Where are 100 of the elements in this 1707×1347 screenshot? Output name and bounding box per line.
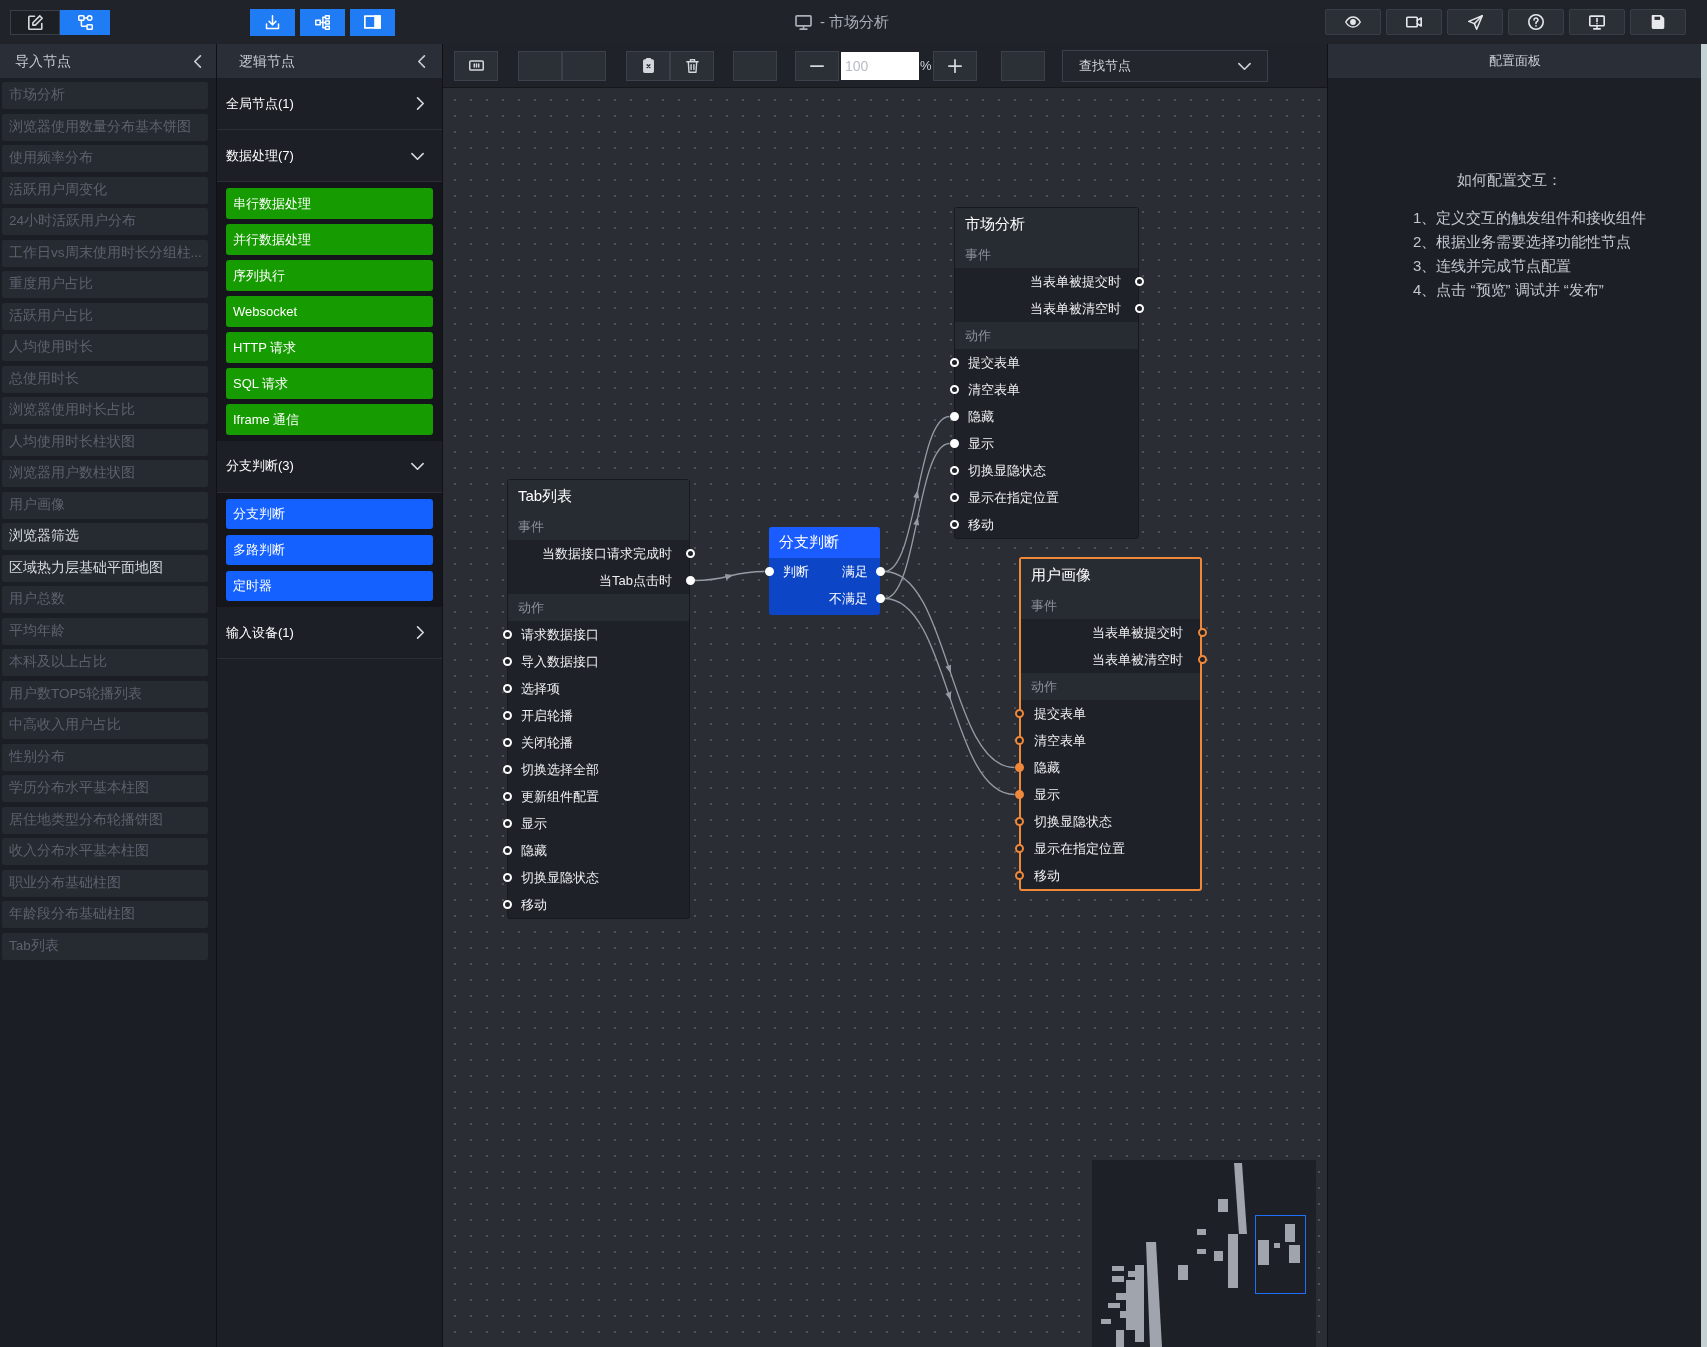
frame-button[interactable]	[454, 50, 498, 81]
screen-button[interactable]	[1569, 9, 1625, 35]
zoom-field[interactable]: 100	[841, 51, 919, 80]
section-label: 动作	[1031, 677, 1057, 696]
logic-node-item[interactable]: HTTP 请求	[226, 332, 433, 363]
action-label: 切换显隐状态	[1034, 812, 1112, 831]
component-item[interactable]: 区域热力层基础平面地图	[2, 554, 208, 582]
group-header[interactable]: 分支判断(3)	[217, 440, 442, 493]
logic-node-item[interactable]: 序列执行	[226, 260, 433, 291]
action-label: 隐藏	[521, 841, 547, 860]
logic-node-item[interactable]: 分支判断	[226, 498, 433, 529]
node-title: Tab列表	[518, 486, 573, 507]
event-label: 当数据接口请求完成时	[542, 544, 672, 563]
section-label: 事件	[965, 245, 991, 264]
logic-node-item[interactable]: Websocket	[226, 296, 433, 327]
logic-node-item[interactable]: SQL 请求	[226, 368, 433, 399]
action-label: 切换显隐状态	[521, 868, 599, 887]
scrollbar[interactable]	[1701, 44, 1707, 1347]
record-button[interactable]	[1386, 9, 1442, 35]
monitor-icon	[795, 14, 812, 30]
component-item[interactable]: 浏览器筛选	[2, 523, 208, 550]
download-icon	[265, 14, 280, 30]
port-label: 不满足	[829, 589, 868, 608]
node-title: 用户画像	[1031, 565, 1091, 586]
action-label: 更新组件配置	[521, 787, 599, 806]
chevron-down-icon	[1237, 61, 1251, 70]
node-title: 市场分析	[965, 214, 1025, 235]
flow-mode-button[interactable]	[60, 9, 110, 35]
branch-node[interactable]: 分支判断 判断 满足 不满足	[769, 527, 880, 615]
event-label: 当表单被提交时	[1092, 623, 1183, 642]
action-label: 隐藏	[1034, 758, 1060, 777]
node-card[interactable]: Tab列表 事件 当数据接口请求完成时 当Tab点击时 动作 请求数据接口 导入数据接口 选择项 开启轮播 关闭轮播 切换选择全部 更新组件配置 显示 隐藏 切换显隐状态 移动	[507, 479, 690, 919]
action-label: 选择项	[521, 679, 560, 698]
save-button[interactable]	[1630, 9, 1686, 35]
send-button[interactable]	[1447, 9, 1503, 35]
zoom-unit: %	[920, 56, 932, 75]
edit-mode-button[interactable]	[10, 9, 60, 35]
logic-node-item[interactable]: 并行数据处理	[226, 224, 433, 255]
flowchart-icon	[77, 14, 93, 30]
action-label: 提交表单	[968, 353, 1020, 372]
action-label: 请求数据接口	[521, 625, 599, 644]
zoom-in-button[interactable]	[932, 50, 977, 81]
panel-title: 逻辑节点	[239, 51, 295, 71]
minimap-viewport[interactable]	[1255, 1215, 1306, 1294]
logic-node-item[interactable]: 定时器	[226, 570, 433, 601]
node-title: 分支判断	[779, 532, 839, 553]
action-label: 显示	[968, 434, 994, 453]
logic-node-item[interactable]: Iframe 通信	[226, 404, 433, 435]
section-label: 事件	[1031, 596, 1057, 615]
monitor-alert-icon	[1589, 14, 1605, 30]
action-label: 隐藏	[968, 407, 994, 426]
trash-icon	[685, 58, 699, 73]
preview-button[interactable]	[1325, 9, 1381, 35]
action-label: 切换选择全部	[521, 760, 599, 779]
action-label: 显示在指定位置	[968, 488, 1059, 507]
help-step: 4、点击 “预览” 调试并 “发布”	[1413, 278, 1604, 302]
help-title: 如何配置交互：	[1457, 170, 1562, 190]
event-label: 当表单被清空时	[1030, 299, 1121, 318]
chevron-left-icon[interactable]	[194, 54, 202, 68]
group-header[interactable]: 输入设备(1)	[217, 607, 442, 659]
event-label: 当表单被清空时	[1092, 650, 1183, 669]
zoom-out-button[interactable]	[795, 50, 839, 81]
logic-node-item[interactable]: 多路判断	[226, 534, 433, 565]
event-label: 当Tab点击时	[599, 571, 672, 590]
edit-icon	[27, 14, 43, 30]
hierarchy-icon	[315, 14, 330, 30]
help-button[interactable]	[1508, 9, 1564, 35]
action-label: 显示	[521, 814, 547, 833]
action-label: 清空表单	[1034, 731, 1086, 750]
panel-toggle-button[interactable]	[350, 8, 395, 36]
port-label: 判断	[783, 562, 809, 581]
section-label: 动作	[518, 598, 544, 617]
port-label: 满足	[842, 562, 868, 581]
action-label: 显示	[1034, 785, 1060, 804]
action-label: 导入数据接口	[521, 652, 599, 671]
event-label: 当表单被提交时	[1030, 272, 1121, 291]
group-header[interactable]: 全局节点(1)	[217, 78, 442, 130]
action-label: 切换显隐状态	[968, 461, 1046, 480]
panel-title: 导入节点	[15, 51, 71, 71]
logic-node-item[interactable]: 串行数据处理	[226, 188, 433, 219]
tree-view-button[interactable]	[300, 8, 345, 36]
video-camera-icon	[1406, 16, 1422, 28]
action-label: 关闭轮播	[521, 733, 573, 752]
action-label: 提交表单	[1034, 704, 1086, 723]
node-card[interactable]: 市场分析 事件 当表单被提交时 当表单被清空时 动作 提交表单 清空表单 隐藏 显示 切换显隐状态 显示在指定位置 移动	[954, 207, 1139, 539]
section-label: 动作	[965, 326, 991, 345]
node-search-select[interactable]: 查找节点	[1061, 49, 1268, 82]
window-title: - 市场分析	[820, 11, 890, 32]
delete-button[interactable]	[670, 50, 714, 81]
paste-button[interactable]	[626, 50, 670, 81]
chevron-left-icon[interactable]	[418, 54, 426, 68]
action-label: 移动	[1034, 866, 1060, 885]
frame-icon	[468, 60, 484, 71]
help-icon	[1528, 14, 1544, 30]
import-button[interactable]	[250, 8, 295, 36]
node-card[interactable]: 用户画像 事件 当表单被提交时 当表单被清空时 动作 提交表单 清空表单 隐藏 显示 切换显隐状态 显示在指定位置 移动	[1019, 557, 1202, 891]
save-icon	[1651, 15, 1665, 29]
panel-title: 配置面板	[1488, 52, 1541, 71]
plus-icon	[947, 58, 962, 73]
action-label: 移动	[968, 515, 994, 534]
